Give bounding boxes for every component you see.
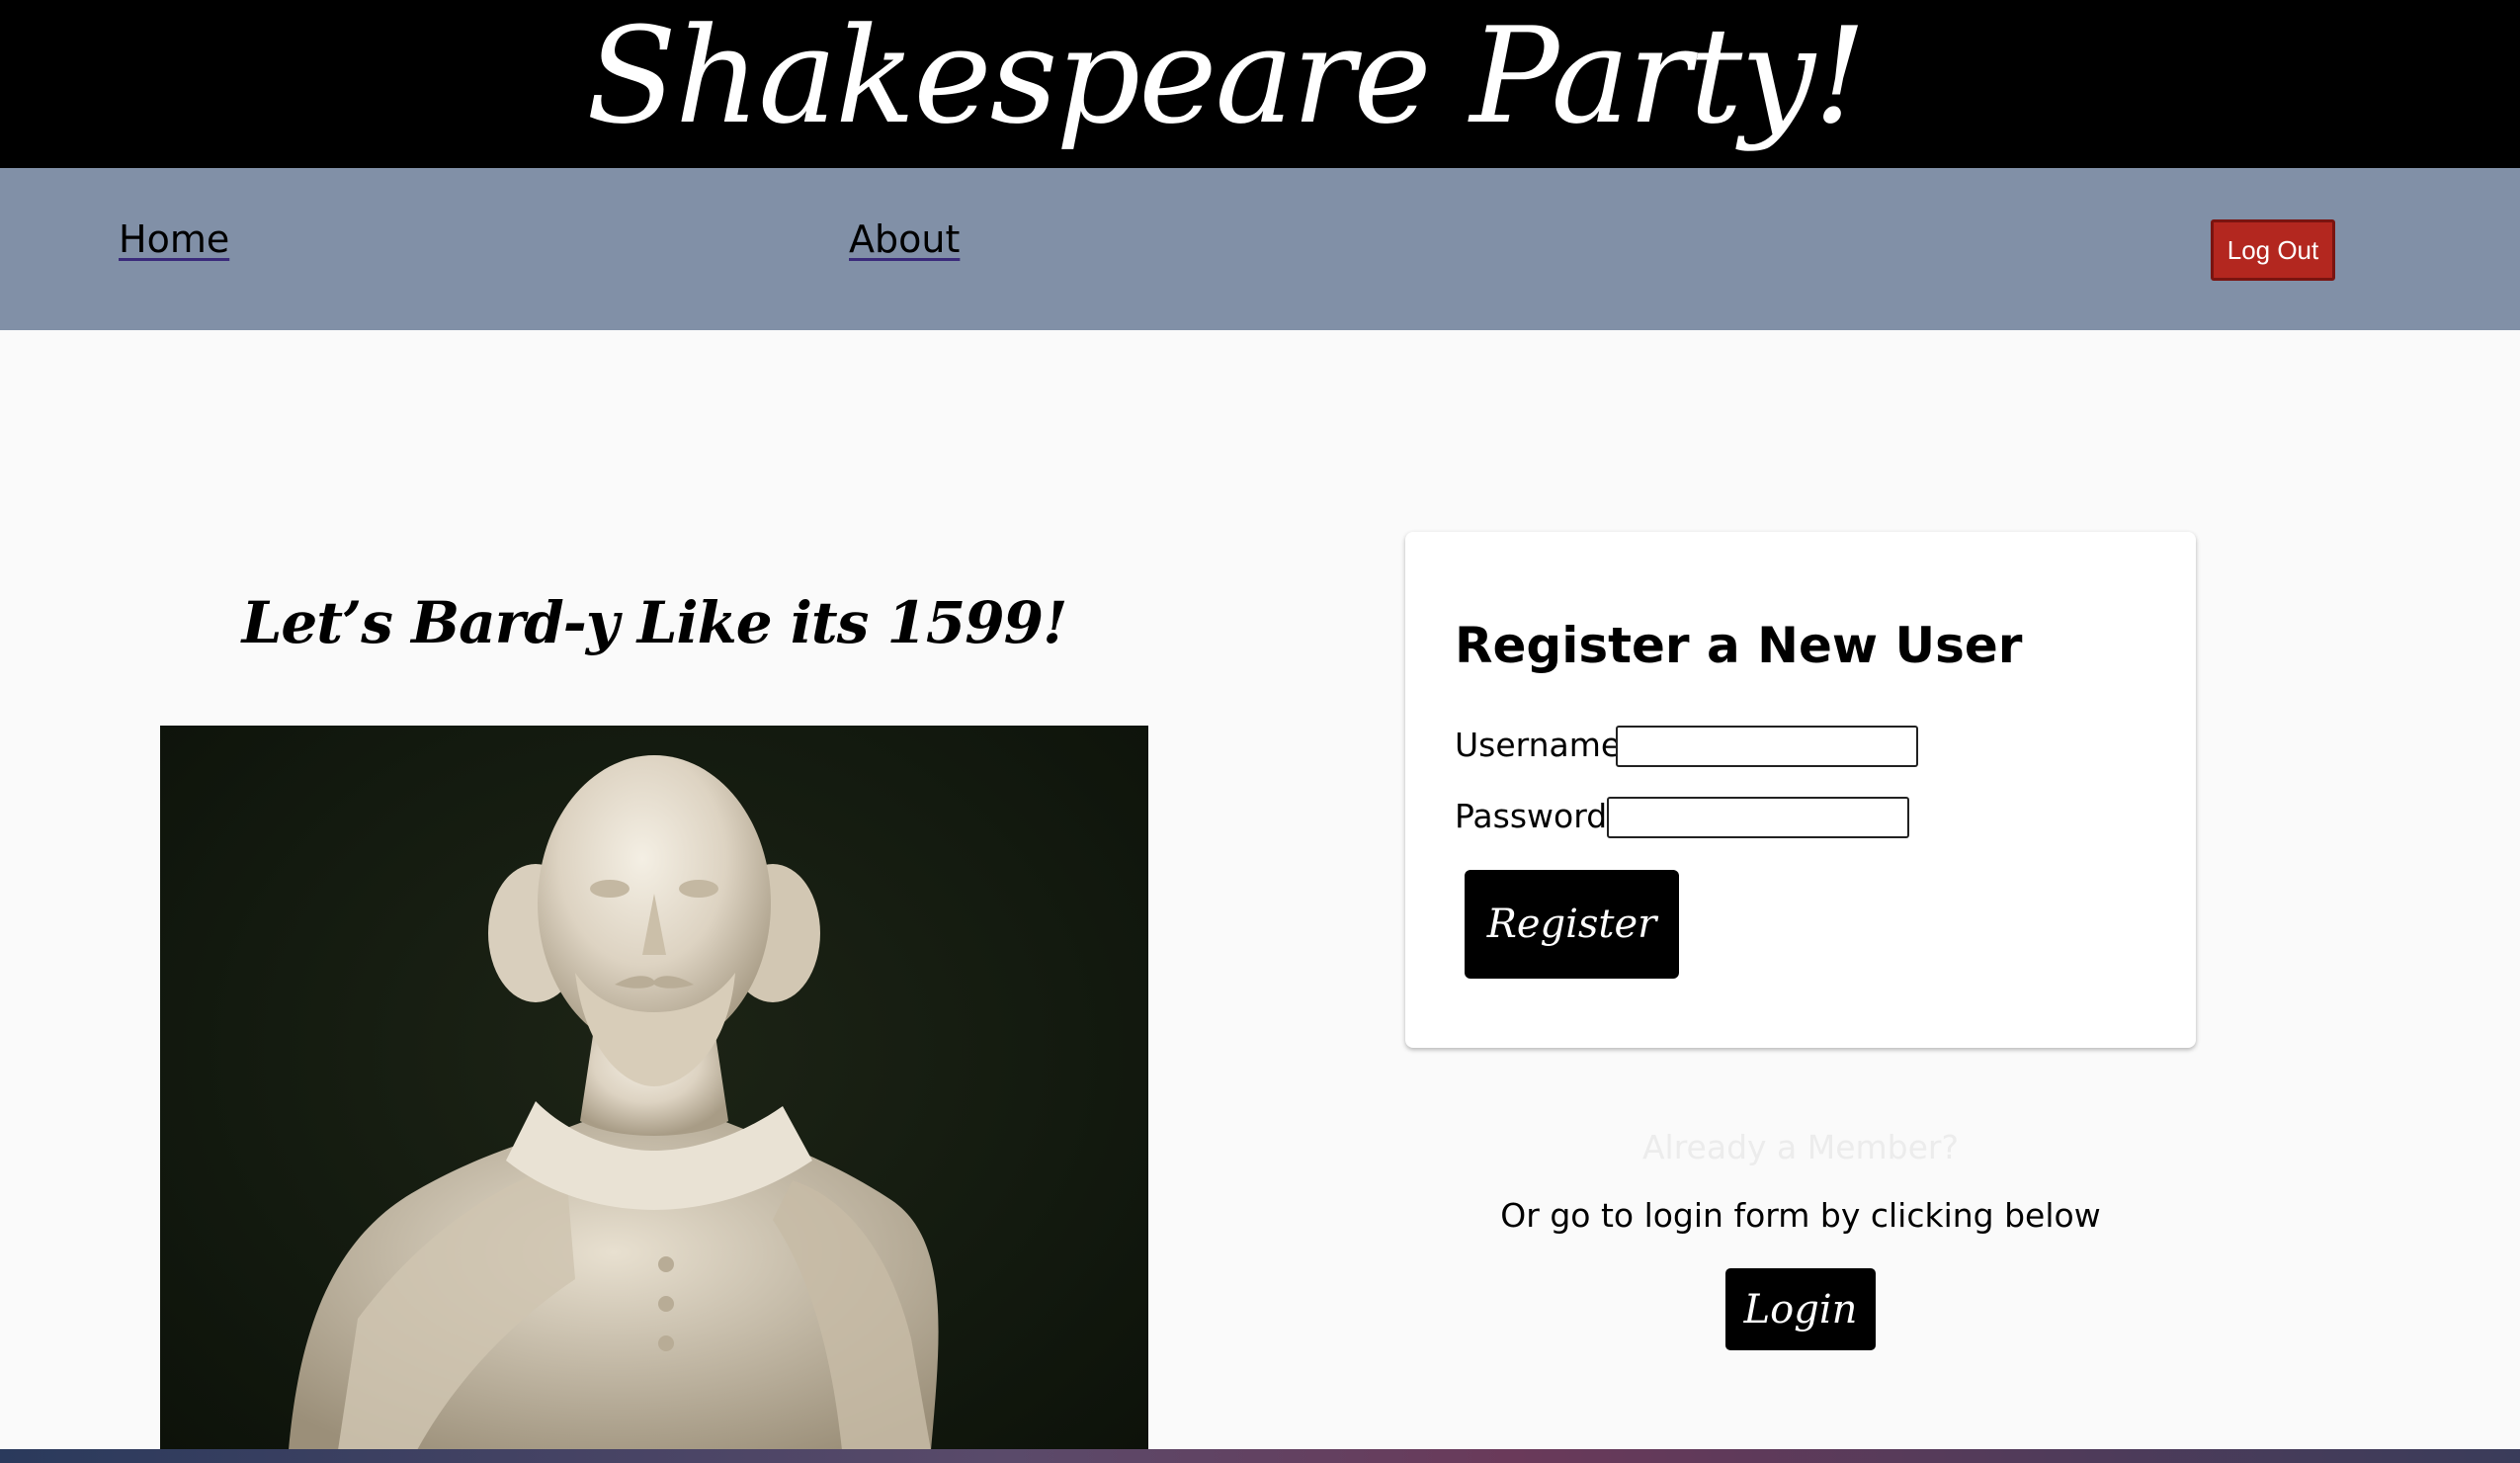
window-bottom-edge [0, 1449, 2520, 1463]
username-input[interactable] [1616, 726, 1918, 767]
nav-about-link[interactable]: About [849, 217, 960, 261]
logout-button[interactable]: Log Out [2211, 219, 2335, 281]
login-button[interactable]: Login [1725, 1268, 1876, 1350]
register-title: Register a New User [1455, 617, 2023, 674]
hero-tagline: Let’s Bard-y Like its 1599! [241, 589, 1068, 656]
username-label: Username: [1455, 726, 1633, 764]
register-card: Register a New User Username: Password: … [1405, 532, 2196, 1048]
already-member-text: Already a Member? [1641, 1128, 1960, 1166]
site-title: Shakespeare Party! [586, 0, 1867, 153]
bust-illustration [289, 755, 939, 1450]
nav-bar: Home About Log Out [0, 168, 2520, 330]
shakespeare-bust-image [160, 726, 1148, 1450]
register-button[interactable]: Register [1465, 870, 1679, 979]
password-input[interactable] [1607, 797, 1909, 838]
nav-home-link[interactable]: Home [119, 217, 229, 261]
password-label: Password: [1455, 797, 1619, 835]
site-header: Shakespeare Party! [0, 0, 2520, 168]
login-hint-text: Or go to login form by clicking below [1500, 1196, 2101, 1235]
